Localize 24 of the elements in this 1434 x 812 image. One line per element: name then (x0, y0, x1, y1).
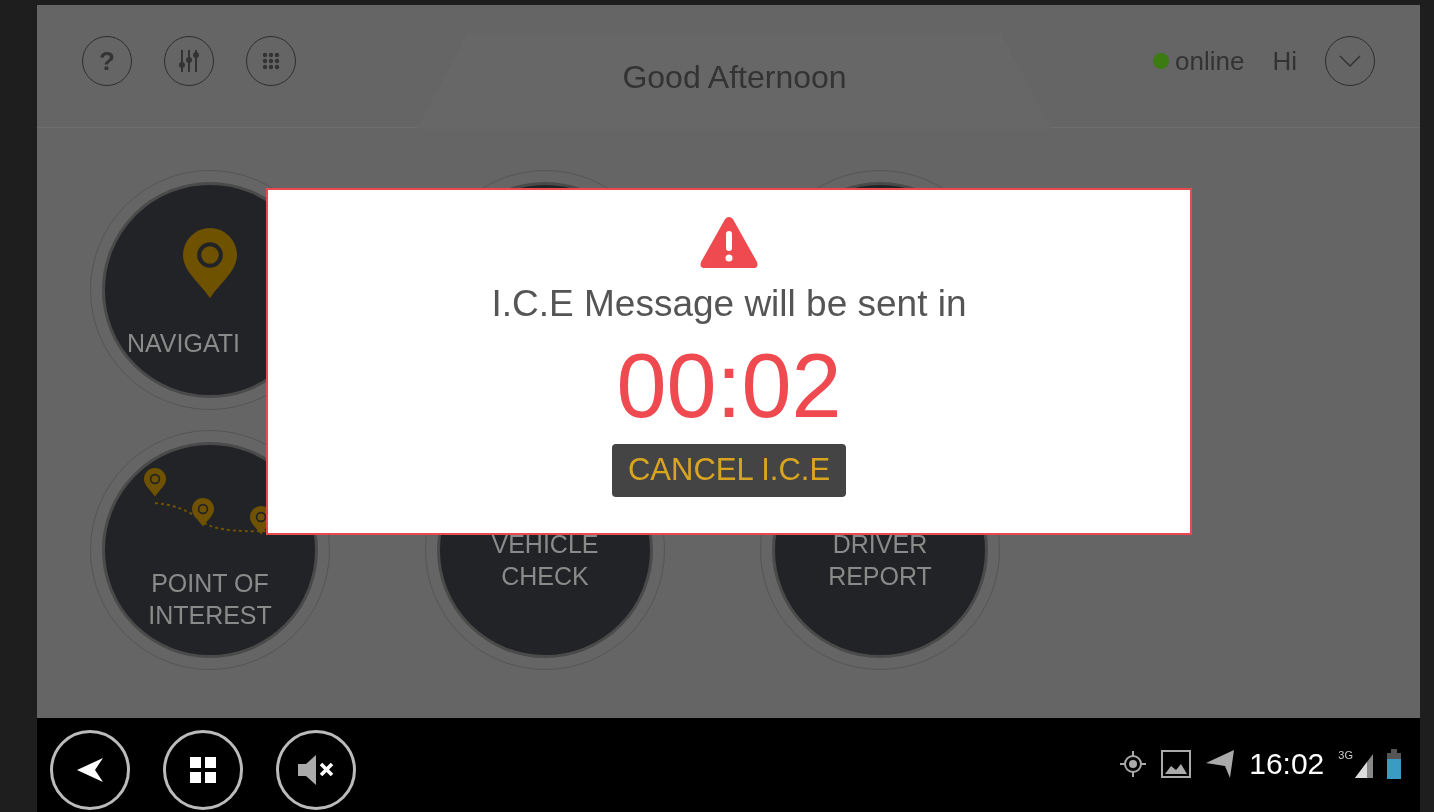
navigation-arrow-icon (1205, 748, 1236, 779)
point-of-interest-tile[interactable]: POINT OF INTEREST (102, 442, 318, 658)
tile-label: POINT OF INTEREST (147, 568, 273, 631)
tile-label: NAVIGATI (127, 328, 240, 359)
warning-icon (698, 214, 760, 270)
battery-icon (1387, 748, 1401, 779)
tile-label: DRIVER REPORT (827, 529, 933, 592)
grid-icon (188, 755, 218, 785)
tile-label: VEHICLE CHECK (490, 529, 600, 592)
back-button[interactable] (50, 730, 130, 810)
gps-icon (1119, 749, 1148, 778)
countdown-timer: 00:02 (616, 335, 842, 436)
network-type: 3G (1338, 749, 1353, 761)
cancel-button[interactable]: CANCEL I.C.E (611, 443, 847, 497)
chevron-down-icon (1339, 55, 1361, 67)
muted-speaker-icon (296, 753, 336, 787)
mute-button[interactable] (276, 730, 356, 810)
sliders-icon (178, 48, 200, 74)
dots-grid-icon (262, 52, 280, 70)
home-button[interactable] (163, 730, 243, 810)
alert-message: I.C.E Message will be sent in (491, 282, 967, 326)
arrow-icon (75, 755, 105, 785)
clock-time: 16:02 (1249, 746, 1325, 782)
image-icon (1161, 749, 1192, 778)
